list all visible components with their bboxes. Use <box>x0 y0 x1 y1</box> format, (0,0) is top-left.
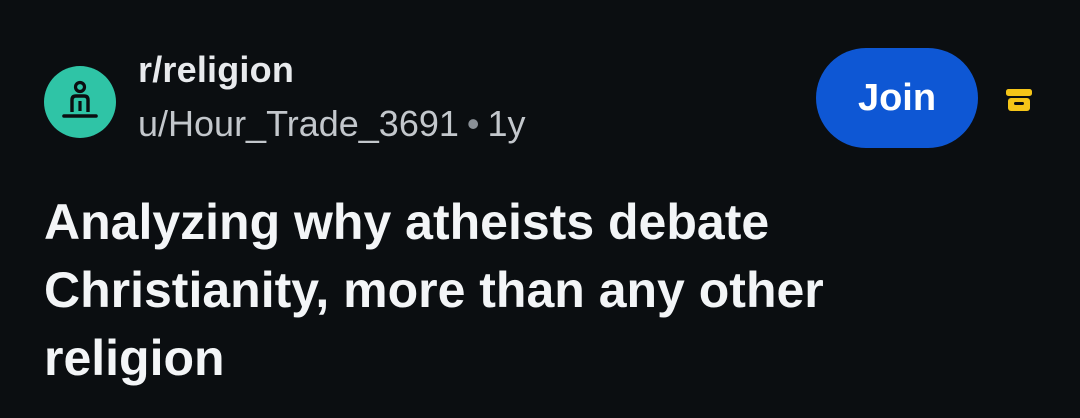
join-button[interactable]: Join <box>816 48 978 148</box>
post-title[interactable]: Analyzing why atheists debate Christiani… <box>44 188 944 392</box>
subreddit-avatar[interactable] <box>44 66 116 138</box>
author-username[interactable]: u/Hour_Trade_3691 <box>138 103 459 144</box>
candle-icon <box>62 80 98 118</box>
byline: u/Hour_Trade_3691 • 1y <box>138 102 526 146</box>
subreddit-name[interactable]: r/religion <box>138 48 526 92</box>
archive-icon[interactable] <box>1004 85 1034 115</box>
separator-dot: • <box>466 103 480 144</box>
post-meta: r/religion u/Hour_Trade_3691 • 1y <box>138 48 526 146</box>
post-age: 1y <box>487 103 526 144</box>
post-header: r/religion u/Hour_Trade_3691 • 1y Join <box>44 48 1044 158</box>
